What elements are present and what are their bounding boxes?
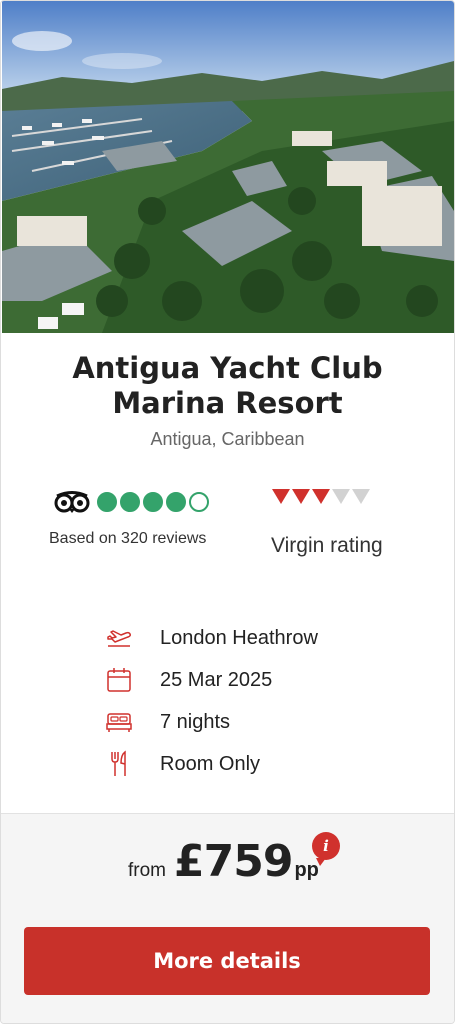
detail-board-text: Room Only <box>160 752 261 775</box>
virgin-rating-triangle-filled <box>272 489 290 504</box>
detail-airport: London Heathrow <box>104 617 404 659</box>
detail-airport-text: London Heathrow <box>160 626 318 649</box>
calendar-icon <box>104 665 134 695</box>
detail-date: 25 Mar 2025 <box>104 659 404 701</box>
virgin-rating-triangle-filled <box>292 489 310 504</box>
detail-nights: 7 nights <box>104 701 404 743</box>
virgin-rating-triangle-empty <box>352 489 370 504</box>
hotel-name-line2: Marina Resort <box>112 386 343 420</box>
reviews-count: Based on 320 reviews <box>49 530 207 547</box>
price-amount: £759 <box>174 836 293 887</box>
rating-bubble-filled <box>143 492 163 512</box>
rating-bubble-filled <box>97 492 117 512</box>
bed-icon <box>104 707 134 737</box>
hotel-photo[interactable] <box>2 1 454 333</box>
hotel-name-line1: Antigua Yacht Club <box>72 351 383 385</box>
info-icon[interactable]: i <box>312 832 340 866</box>
tripadvisor-owl-icon <box>54 491 90 513</box>
holiday-card: Antigua Yacht Club Marina Resort Antigua… <box>0 0 455 1024</box>
rating-bubble-filled <box>120 492 140 512</box>
holiday-details: London Heathrow 25 Mar 2025 7 nights Roo… <box>104 617 404 785</box>
detail-date-text: 25 Mar 2025 <box>160 668 273 691</box>
rating-bubble-empty <box>189 492 209 512</box>
virgin-rating-triangle-filled <box>312 489 330 504</box>
price: from £759 pp <box>128 836 319 887</box>
rating-bubble-filled <box>166 492 186 512</box>
virgin-rating: Virgin rating <box>271 489 421 557</box>
virgin-rating-triangle-empty <box>332 489 350 504</box>
more-details-button[interactable]: More details <box>24 927 430 995</box>
detail-board: Room Only <box>104 743 404 785</box>
price-prefix: from <box>128 860 166 881</box>
plane-departure-icon <box>104 623 134 653</box>
hotel-name: Antigua Yacht Club Marina Resort <box>1 351 454 421</box>
virgin-rating-label: Virgin rating <box>271 534 383 557</box>
price-panel: from £759 pp i More details <box>1 813 454 1023</box>
cutlery-icon <box>104 749 134 779</box>
detail-nights-text: 7 nights <box>160 710 231 733</box>
hotel-location: Antigua, Caribbean <box>150 429 305 449</box>
tripadvisor-rating: Based on 320 reviews <box>49 487 239 547</box>
